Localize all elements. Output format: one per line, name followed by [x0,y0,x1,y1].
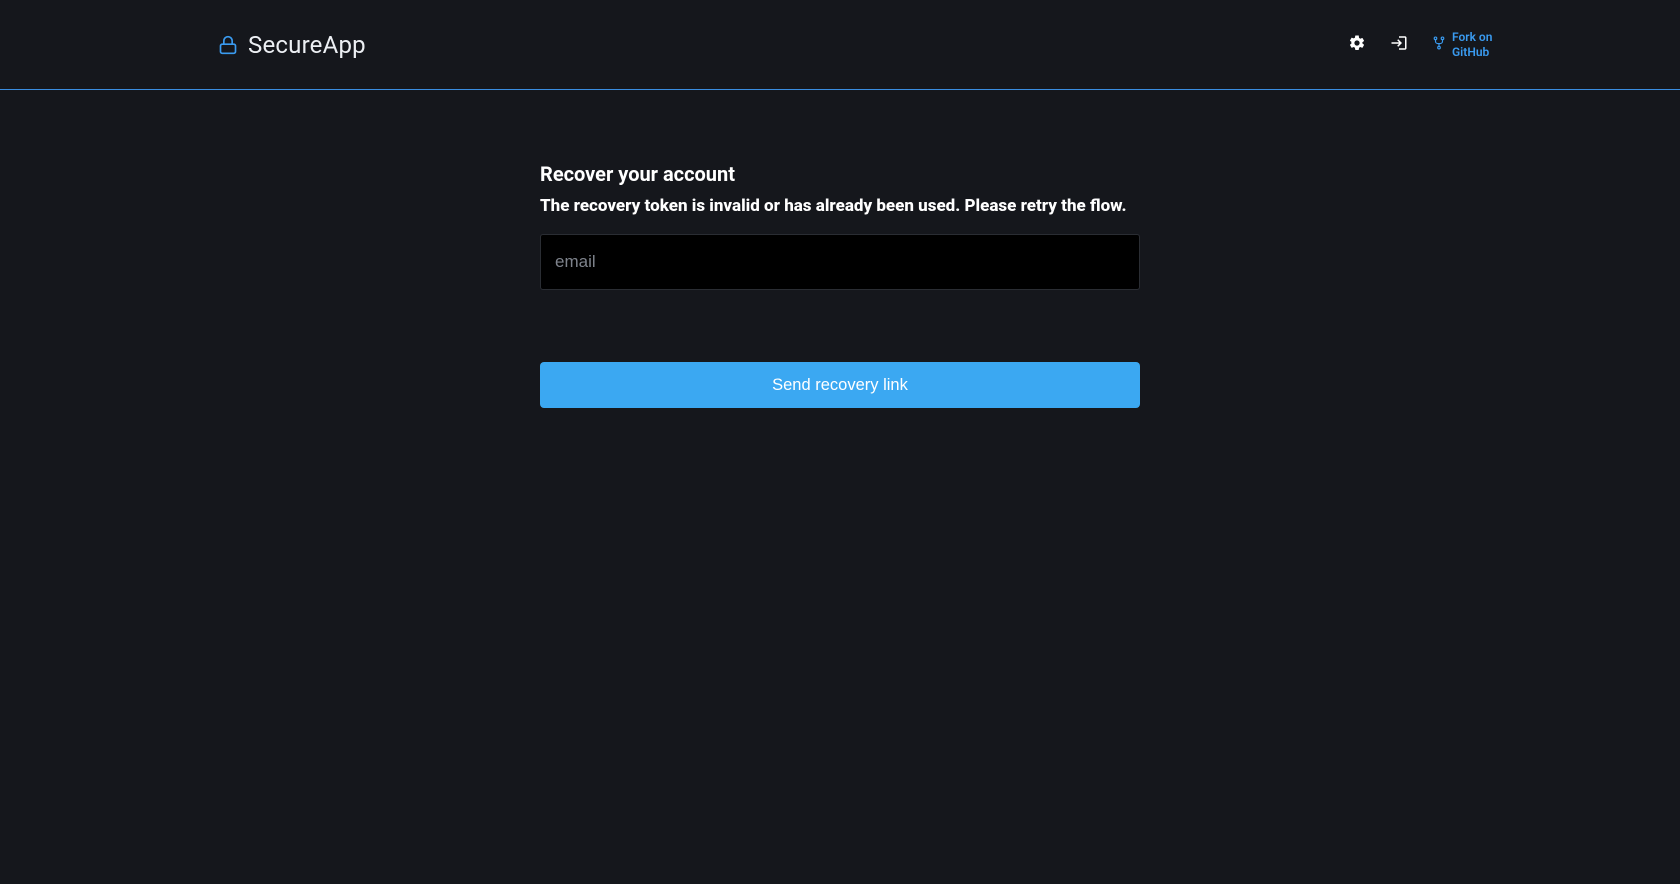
fork-github-label: Fork on GitHub [1452,30,1510,59]
brand-name: SecureApp [248,31,366,59]
recovery-card: Recover your account The recovery token … [540,162,1140,408]
email-field-wrap [540,234,1140,290]
brand-link[interactable]: SecureApp [218,31,366,59]
gear-icon [1348,34,1366,56]
email-field[interactable] [555,252,1125,272]
fork-icon [1432,35,1446,54]
send-recovery-button[interactable]: Send recovery link [540,362,1140,408]
lock-icon [218,34,238,56]
error-message: The recovery token is invalid or has alr… [540,196,1140,216]
topbar: SecureApp Fork on GitHub [0,0,1680,90]
fork-github-link[interactable]: Fork on GitHub [1432,30,1510,59]
sign-in-icon [1390,34,1408,56]
sign-in-button[interactable] [1390,34,1408,56]
main-content: Recover your account The recovery token … [0,90,1680,408]
page-title: Recover your account [540,162,1140,186]
settings-button[interactable] [1348,34,1366,56]
nav-right: Fork on GitHub [1348,30,1510,59]
